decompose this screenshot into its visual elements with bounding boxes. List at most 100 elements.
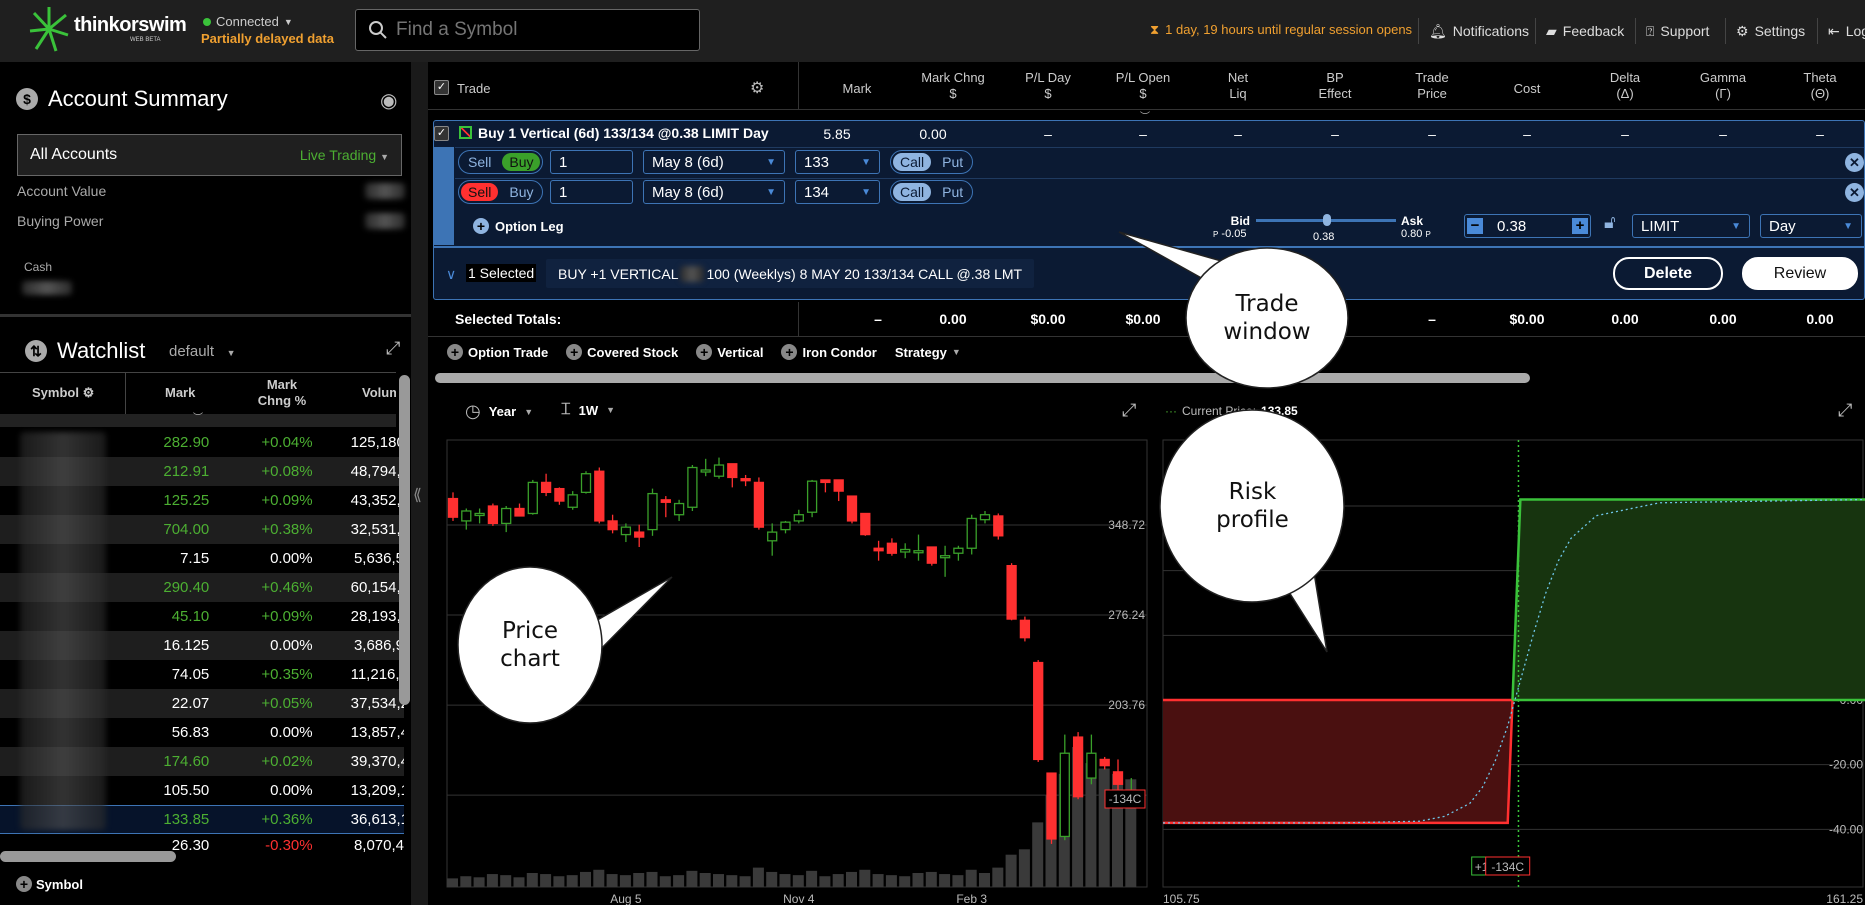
buy-sell-toggle[interactable]: Sell Buy [458, 150, 544, 174]
unlock-icon[interactable]: 🔓︎ [1604, 212, 1616, 233]
logout-button[interactable]: ⇤ Log [1817, 18, 1865, 44]
mark-change-value: +0.05% [261, 695, 313, 712]
expiration-select[interactable]: May 8 (6d) ▼ [643, 180, 785, 204]
column-header[interactable]: Mark [812, 81, 902, 97]
candle-body [580, 473, 592, 494]
time-in-force-select[interactable]: Day ▼ [1760, 214, 1862, 238]
limit-price-value[interactable]: 0.38 [1483, 218, 1572, 235]
add-symbol-button[interactable]: + Symbol [16, 876, 83, 892]
connection-status[interactable]: Connected ▼ [203, 14, 293, 29]
trading-mode-label: Live Trading [299, 147, 377, 163]
call-put-toggle[interactable]: Call Put [890, 150, 974, 174]
remove-leg-icon[interactable]: ✕ [1845, 183, 1864, 202]
ask-value: 0.80 P [1401, 228, 1431, 240]
support-button[interactable]: ⍰ Support [1635, 18, 1719, 44]
candle-body [1033, 661, 1044, 761]
strategy-iron-condor[interactable]: + Iron Condor [781, 344, 877, 360]
panel-splitter[interactable] [411, 62, 428, 905]
current-price-legend: ··· Current Price: 133.85 [1165, 404, 1298, 418]
column-mark-change[interactable]: Mark Chng % [252, 377, 312, 409]
column-header[interactable]: P/L Day $ [1003, 70, 1093, 102]
column-header[interactable]: Net Liq [1193, 70, 1283, 102]
decrement-button[interactable]: − [1467, 218, 1483, 234]
feedback-button[interactable]: ▰ Feedback [1535, 18, 1634, 44]
interval-value: 1W [578, 402, 599, 418]
volume-bar [726, 875, 738, 887]
order-checkbox[interactable]: ✓ [434, 126, 449, 141]
call-put-toggle[interactable]: Call Put [890, 180, 974, 204]
volume-bar [965, 869, 977, 887]
column-header[interactable]: Delta (Δ) [1580, 70, 1670, 102]
range-selector[interactable]: ◷ Year ▼ [465, 401, 533, 422]
expand-icon[interactable]: ⤢ [1838, 400, 1852, 421]
column-mark[interactable]: Mark [165, 385, 195, 401]
loss-area [1163, 700, 1513, 823]
put-option[interactable]: Put [935, 183, 970, 201]
column-header[interactable]: Cost [1482, 81, 1572, 97]
column-header[interactable]: Gamma (Γ) [1678, 70, 1768, 102]
expiration-select[interactable]: May 8 (6d) ▼ [643, 150, 785, 174]
interval-selector[interactable]: ⌶ 1W ▼ [561, 401, 615, 419]
review-button[interactable]: Review [1742, 257, 1858, 290]
collapse-left-icon[interactable]: ⟪ [413, 485, 422, 505]
gear-icon[interactable]: ⚙ [750, 78, 764, 98]
price-slider-thumb[interactable] [1323, 214, 1332, 226]
account-value-redacted [365, 183, 405, 199]
order-type-select[interactable]: LIMIT ▼ [1632, 214, 1750, 238]
watchlist-selector[interactable]: default ▼ [169, 343, 235, 360]
strategy-strategy[interactable]: Strategy ▼ [895, 344, 961, 360]
feedback-label: Feedback [1562, 23, 1625, 39]
remove-leg-icon[interactable]: ✕ [1845, 153, 1864, 172]
call-option[interactable]: Call [893, 183, 932, 201]
search-input[interactable] [396, 19, 686, 41]
column-header[interactable]: Trade Price [1387, 70, 1477, 102]
strategy-option-trade[interactable]: + Option Trade [447, 344, 548, 360]
settings-button[interactable]: ⚙ Settings [1725, 18, 1815, 44]
candle-body [939, 555, 951, 559]
notifications-button[interactable]: 🔔︎ Notifications [1418, 18, 1539, 44]
strategy-covered-stock[interactable]: + Covered Stock [566, 344, 678, 360]
gear-icon[interactable]: ⚙ [83, 385, 95, 400]
collapse-handle-icon[interactable]: ︶ [0, 414, 396, 427]
column-header[interactable]: Theta (Θ) [1775, 70, 1865, 102]
call-option[interactable]: Call [893, 153, 932, 171]
column-header[interactable]: Mark Chng $ [908, 70, 998, 102]
column-header[interactable]: P/L Open $ [1098, 70, 1188, 102]
expand-icon[interactable]: ⤢ [1122, 400, 1136, 421]
symbol-search[interactable] [355, 9, 700, 51]
volume-bar [739, 876, 751, 887]
candle-body [979, 514, 991, 521]
column-volume[interactable]: Volum [362, 385, 396, 401]
add-option-leg-button[interactable]: + Option Leg [473, 218, 564, 234]
quantity-input[interactable]: 1 [550, 150, 633, 174]
sell-option[interactable]: Sell [461, 153, 498, 171]
limit-price-stepper[interactable]: − 0.38 + [1464, 214, 1591, 238]
select-all-checkbox[interactable]: ✓ [434, 80, 449, 95]
account-selector[interactable]: All Accounts Live Trading ▼ [17, 134, 402, 176]
increment-button[interactable]: + [1572, 218, 1588, 234]
status-dot-icon [203, 17, 211, 26]
expand-icon[interactable]: ⤢ [386, 338, 400, 359]
strike-select[interactable]: 133 ▼ [795, 150, 880, 174]
column-symbol[interactable]: Symbol ⚙ [32, 385, 94, 401]
sell-option[interactable]: Sell [461, 183, 499, 201]
ask-price: 0.80 [1401, 228, 1423, 240]
vertical-scrollbar[interactable] [399, 375, 410, 705]
strike-select[interactable]: 134 ▼ [795, 180, 880, 204]
horizontal-scrollbar[interactable] [0, 851, 176, 862]
column-trade[interactable]: Trade [457, 81, 490, 97]
eye-icon[interactable]: ◉ [380, 88, 397, 113]
column-header[interactable]: BP Effect [1290, 70, 1380, 102]
delete-button[interactable]: Delete [1613, 257, 1723, 290]
buy-option[interactable]: Buy [502, 183, 540, 201]
put-option[interactable]: Put [935, 153, 970, 171]
buy-sell-toggle[interactable]: Sell Buy [458, 180, 544, 204]
strategy-vertical[interactable]: + Vertical [696, 344, 763, 360]
buy-option[interactable]: Buy [502, 153, 541, 171]
quantity-input[interactable]: 1 [550, 180, 633, 204]
connection-label: Connected [216, 14, 279, 29]
volume-bar [792, 875, 804, 887]
horizontal-scrollbar[interactable] [435, 373, 1530, 383]
divider [455, 147, 1864, 148]
chevron-down-icon[interactable]: ∨ [446, 266, 456, 283]
